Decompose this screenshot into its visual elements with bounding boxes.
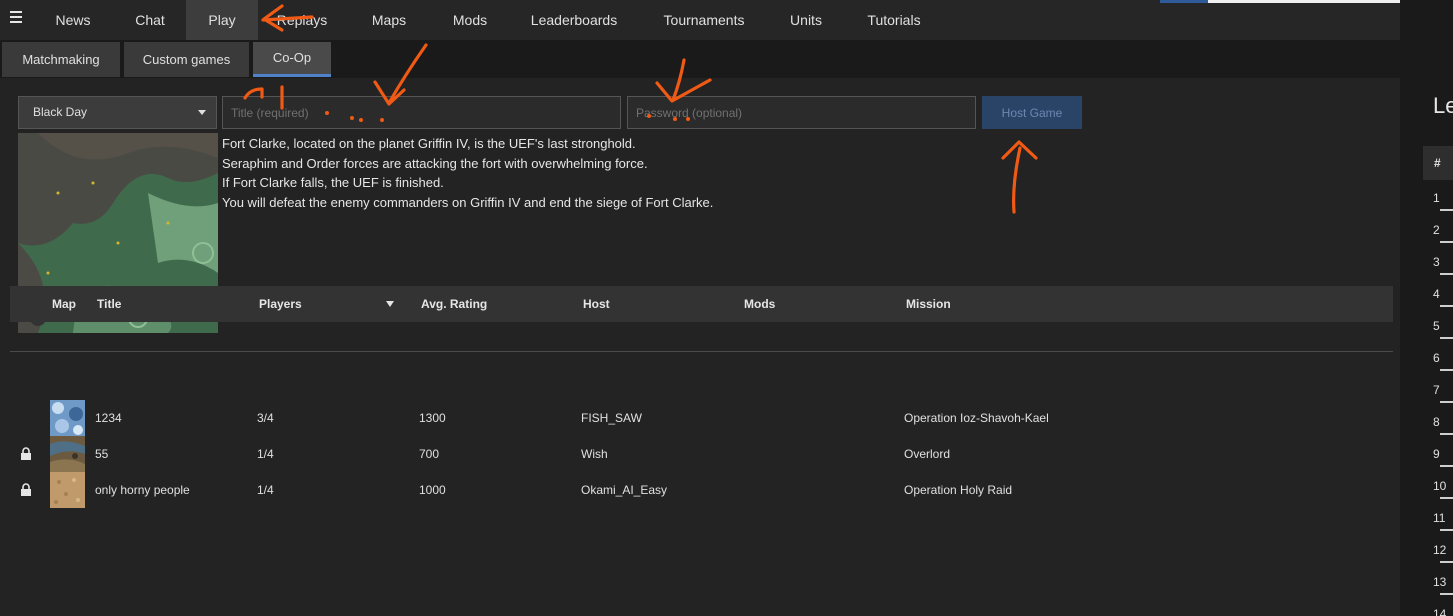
- table-row[interactable]: only horny people 1/4 1000 Okami_AI_Easy…: [10, 472, 1393, 508]
- column-host[interactable]: Host: [583, 286, 610, 322]
- row-mission: Operation Holy Raid: [904, 483, 1013, 497]
- map-thumbnail: [50, 436, 85, 472]
- description-line: Seraphim and Order forces are attacking …: [222, 155, 648, 171]
- title-input[interactable]: [222, 96, 621, 129]
- password-input[interactable]: [627, 96, 976, 129]
- column-mods[interactable]: Mods: [744, 286, 775, 322]
- row-title: 1234: [95, 411, 122, 425]
- map-thumbnail: [50, 472, 85, 508]
- map-thumbnail: [50, 400, 85, 436]
- row-host: FISH_SAW: [581, 411, 642, 425]
- column-title[interactable]: Title: [97, 286, 121, 322]
- tab-maps[interactable]: Maps: [354, 0, 424, 40]
- tab-leaderboards[interactable]: Leaderboards: [517, 0, 631, 40]
- column-avg-rating[interactable]: Avg. Rating: [421, 286, 487, 322]
- row-host: Wish: [581, 447, 608, 461]
- top-pale-bar: [1208, 0, 1400, 3]
- leaderboard-rank: 8: [1433, 415, 1440, 429]
- tab-mods[interactable]: Mods: [435, 0, 505, 40]
- column-map[interactable]: Map: [52, 286, 76, 322]
- leaderboard-rank-header[interactable]: #: [1423, 146, 1453, 180]
- leaderboard-rank: 7: [1433, 383, 1440, 397]
- description-line: If Fort Clarke falls, the UEF is finishe…: [222, 175, 444, 190]
- row-rating: 1300: [419, 411, 446, 425]
- lock-icon: [21, 447, 31, 460]
- table-row[interactable]: 1234 3/4 1300 FISH_SAW Operation Ioz-Sha…: [10, 400, 1393, 436]
- top-accent-bar: [1160, 0, 1208, 3]
- co-op-panel: Black Day Host Game Fort Clarke, located…: [0, 78, 1400, 616]
- column-mission[interactable]: Mission: [906, 286, 951, 322]
- column-players[interactable]: Players: [259, 286, 302, 322]
- row-mission: Operation Ioz-Shavoh-Kael: [904, 411, 1049, 425]
- leaderboard-row-dividers: [1440, 209, 1453, 595]
- sub-nav: Matchmaking Custom games Co-Op: [0, 40, 1400, 78]
- description-line: You will defeat the enemy commanders on …: [222, 194, 714, 210]
- leaderboard-rank: 3: [1433, 255, 1440, 269]
- leaderboard-rank: 6: [1433, 351, 1440, 365]
- tab-play[interactable]: Play: [186, 0, 258, 40]
- chevron-down-icon: [198, 110, 206, 115]
- leaderboard-rank: 4: [1433, 287, 1440, 301]
- top-nav: News Chat Play Replays Maps Mods Leaderb…: [0, 0, 1400, 40]
- tab-units[interactable]: Units: [776, 0, 836, 40]
- table-row[interactable]: 55 1/4 700 Wish Overlord: [10, 436, 1393, 472]
- section-divider: [10, 351, 1393, 352]
- row-title: 55: [95, 447, 109, 461]
- mission-select[interactable]: Black Day: [18, 96, 217, 129]
- leaderboard-title: Le: [1433, 93, 1453, 118]
- row-rating: 1000: [419, 483, 446, 497]
- row-players: 1/4: [257, 483, 274, 497]
- row-mission: Overlord: [904, 447, 951, 461]
- sort-descending-icon[interactable]: [386, 301, 394, 307]
- leaderboard-rank: 5: [1433, 319, 1440, 333]
- leaderboard-rank: 9: [1433, 447, 1440, 461]
- hamburger-menu-icon[interactable]: [10, 11, 22, 25]
- leaderboard-rank: 2: [1433, 223, 1440, 237]
- tab-tournaments[interactable]: Tournaments: [651, 0, 757, 40]
- lock-icon: [21, 483, 31, 496]
- leaderboard-rank: 1: [1433, 191, 1440, 205]
- subtab-matchmaking[interactable]: Matchmaking: [2, 42, 120, 77]
- row-players: 1/4: [257, 447, 274, 461]
- subtab-co-op[interactable]: Co-Op: [253, 42, 331, 77]
- games-table-header: Map Title Players Avg. Rating Host Mods …: [10, 286, 1393, 322]
- host-game-button[interactable]: Host Game: [982, 96, 1082, 129]
- row-title: only horny people: [95, 483, 190, 497]
- mission-select-value: Black Day: [33, 105, 88, 119]
- row-rating: 700: [419, 447, 440, 461]
- mission-description: Fort Clarke, located on the planet Griff…: [222, 134, 1122, 212]
- row-host: Okami_AI_Easy: [581, 483, 668, 497]
- description-line: Fort Clarke, located on the planet Griff…: [222, 136, 636, 151]
- tab-tutorials[interactable]: Tutorials: [856, 0, 932, 40]
- row-players: 3/4: [257, 411, 274, 425]
- tab-chat[interactable]: Chat: [115, 0, 185, 40]
- tab-news[interactable]: News: [38, 0, 108, 40]
- subtab-custom-games[interactable]: Custom games: [124, 42, 249, 77]
- tab-replays[interactable]: Replays: [262, 0, 342, 40]
